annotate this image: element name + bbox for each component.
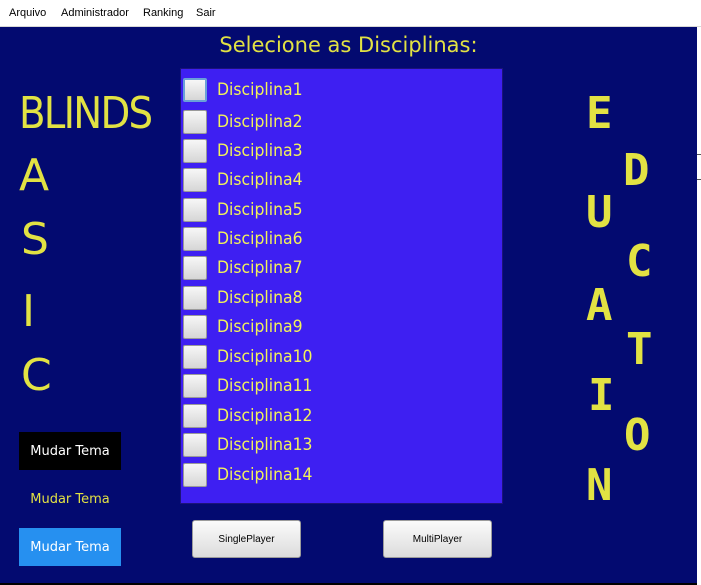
discipline-row[interactable]: Disciplina9 <box>183 313 310 341</box>
checkbox[interactable] <box>183 198 207 222</box>
logo-letter-s: S <box>21 214 49 265</box>
checkbox[interactable] <box>183 433 207 457</box>
checkbox[interactable] <box>183 345 207 369</box>
checkbox[interactable] <box>183 139 207 163</box>
logo-letter-e: E <box>586 88 613 139</box>
discipline-row[interactable]: Disciplina12 <box>183 402 321 430</box>
checkbox[interactable] <box>183 168 207 192</box>
logo-letter-c: C <box>21 350 52 401</box>
logo-letter-o: O <box>624 410 651 461</box>
checkbox[interactable] <box>183 286 207 310</box>
checkbox[interactable] <box>183 374 207 398</box>
discipline-row[interactable]: Disciplina5 <box>183 196 310 224</box>
logo-letter-i2: I <box>588 370 615 421</box>
logo-letter-n: N <box>586 460 613 511</box>
discipline-row[interactable]: Disciplina13 <box>183 431 321 459</box>
discipline-label: Disciplina7 <box>217 258 303 278</box>
discipline-label: Disciplina11 <box>217 376 313 396</box>
discipline-label: Disciplina8 <box>217 288 303 308</box>
multiplayer-button[interactable]: MultiPlayer <box>383 520 492 558</box>
logo-letter-a2: A <box>586 280 613 331</box>
page-title: Selecione as Disciplinas: <box>219 33 478 57</box>
discipline-label: Disciplina12 <box>217 406 313 426</box>
menu-administrador[interactable]: Administrador <box>61 7 129 19</box>
menu-ranking[interactable]: Ranking <box>143 7 183 19</box>
discipline-label: Disciplina6 <box>217 229 303 249</box>
checkbox[interactable] <box>183 110 207 134</box>
discipline-row[interactable]: Disciplina8 <box>183 284 310 312</box>
discipline-row[interactable]: Disciplina4 <box>183 166 310 194</box>
checkbox[interactable] <box>183 227 207 251</box>
checkbox[interactable] <box>183 404 207 428</box>
logo-letter-u: U <box>586 187 613 238</box>
discipline-label: Disciplina4 <box>217 170 303 190</box>
logo-letter-i: I <box>22 286 35 337</box>
window-edge <box>697 27 701 585</box>
discipline-row[interactable]: Disciplina14 <box>183 461 321 489</box>
discipline-label: Disciplina1 <box>217 80 303 100</box>
theme-black-button[interactable]: Mudar Tema <box>19 432 121 470</box>
checkbox[interactable] <box>183 463 207 487</box>
logo-letter-t: T <box>626 324 653 375</box>
discipline-label: Disciplina5 <box>217 200 303 220</box>
logo-blinds-word: BLINDS <box>19 88 153 139</box>
checkbox[interactable] <box>183 78 207 102</box>
discipline-label: Disciplina10 <box>217 347 313 367</box>
logo-letter-c2: C <box>626 236 653 287</box>
logo-letter-d: D <box>623 145 650 196</box>
discipline-label: Disciplina2 <box>217 112 303 132</box>
singleplayer-button[interactable]: SinglePlayer <box>192 520 301 558</box>
menu-arquivo[interactable]: Arquivo <box>9 7 46 19</box>
logo-letter-a: A <box>19 150 50 201</box>
theme-navy-button[interactable]: Mudar Tema <box>19 480 121 518</box>
discipline-row[interactable]: Disciplina10 <box>183 343 321 371</box>
discipline-row[interactable]: Disciplina11 <box>183 372 321 400</box>
menu-sair[interactable]: Sair <box>196 7 216 19</box>
discipline-row[interactable]: Disciplina7 <box>183 254 310 282</box>
discipline-row[interactable]: Disciplina1 <box>183 76 310 104</box>
discipline-label: Disciplina13 <box>217 435 313 455</box>
theme-blue-button[interactable]: Mudar Tema <box>19 528 121 566</box>
menu-bar: Arquivo Administrador Ranking Sair <box>0 0 701 27</box>
checkbox[interactable] <box>183 256 207 280</box>
discipline-row[interactable]: Disciplina3 <box>183 137 310 165</box>
discipline-label: Disciplina14 <box>217 465 313 485</box>
discipline-row[interactable]: Disciplina6 <box>183 225 310 253</box>
discipline-label: Disciplina9 <box>217 317 303 337</box>
checkbox[interactable] <box>183 315 207 339</box>
discipline-label: Disciplina3 <box>217 141 303 161</box>
discipline-row[interactable]: Disciplina2 <box>183 108 310 136</box>
